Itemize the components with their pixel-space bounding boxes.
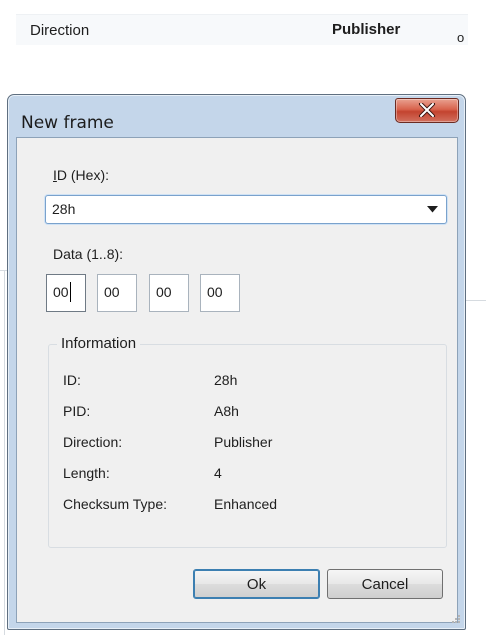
information-group-title: Information xyxy=(57,335,141,352)
info-checksum-type-value: Enhanced xyxy=(214,496,278,512)
data-byte-4-value: 00 xyxy=(207,284,223,300)
direction-column-label: Direction xyxy=(30,22,90,39)
chevron-down-icon[interactable] xyxy=(427,206,438,213)
information-group: Information ID: 28h PID: A8h Direction: … xyxy=(48,335,447,548)
info-direction-value: Publisher xyxy=(214,434,273,450)
data-byte-3-input[interactable]: 00 xyxy=(149,274,189,312)
bullet-marker: o xyxy=(457,30,465,45)
data-byte-3-value: 00 xyxy=(156,284,172,300)
info-pid-label: PID: xyxy=(63,403,91,419)
info-length-label: Length: xyxy=(63,465,110,481)
text-caret xyxy=(70,282,71,302)
data-byte-1-value: 00 xyxy=(53,284,69,300)
id-hex-combobox[interactable]: 28h xyxy=(45,195,447,224)
info-id-value: 28h xyxy=(214,372,238,388)
ok-button[interactable]: Ok xyxy=(193,569,320,599)
background-divider-right xyxy=(465,300,486,301)
title-bar[interactable]: New frame xyxy=(8,95,465,137)
background-edge-left xyxy=(4,270,5,635)
id-hex-label: ID (Hex): xyxy=(53,167,109,183)
close-button[interactable] xyxy=(395,98,459,123)
publisher-value: Publisher xyxy=(332,21,401,38)
data-byte-2-input[interactable]: 00 xyxy=(97,274,137,312)
data-byte-4-input[interactable]: 00 xyxy=(200,274,240,312)
list-header-row: Direction Publisher xyxy=(16,14,468,45)
info-direction-label: Direction: xyxy=(63,434,123,450)
info-pid-value: A8h xyxy=(214,403,239,419)
info-checksum-type-label: Checksum Type: xyxy=(63,496,168,512)
close-icon xyxy=(419,103,435,117)
dialog-title: New frame xyxy=(21,113,114,133)
data-byte-1-input[interactable]: 00 xyxy=(46,274,86,312)
id-hex-label-rest: D (Hex): xyxy=(56,167,110,183)
resize-grip-icon[interactable] xyxy=(451,614,461,624)
id-hex-value: 28h xyxy=(52,201,76,217)
info-length-value: 4 xyxy=(214,465,222,481)
info-id-label: ID: xyxy=(63,372,81,388)
data-label: Data (1..8): xyxy=(53,246,124,262)
data-byte-2-value: 00 xyxy=(104,284,120,300)
cancel-button[interactable]: Cancel xyxy=(327,569,443,599)
